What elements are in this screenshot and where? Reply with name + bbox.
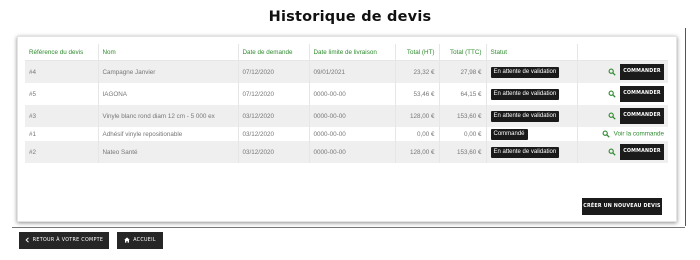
col-header-action xyxy=(577,44,668,61)
status-cell: En attente de validation xyxy=(486,141,578,163)
action-cell: COMMANDER xyxy=(577,60,668,83)
search-icon[interactable] xyxy=(602,130,610,138)
date-cell: 07/12/2020 xyxy=(238,60,310,83)
action-cell: Voir la commande xyxy=(577,127,668,141)
col-header-deadline: Date limite de livraison xyxy=(309,44,396,61)
date-cell: 03/12/2020 xyxy=(238,105,310,127)
ref-cell: #3 xyxy=(25,105,99,127)
ref-cell: #1 xyxy=(25,127,99,141)
col-header-ref: Référence du devis xyxy=(25,44,99,61)
table-header-row: Référence du devis Nom Date de demande D… xyxy=(25,44,668,61)
view-order-link[interactable]: Voir la commande xyxy=(614,131,664,138)
quotes-table: Référence du devis Nom Date de demande D… xyxy=(25,44,668,163)
status-badge: En attente de validation xyxy=(490,88,560,100)
table-row: #3 Vinyle blanc rond diam 12 cm - 5 000 … xyxy=(25,105,668,127)
total-ttc-cell: 64,15 € xyxy=(439,83,487,105)
total-ht-cell: 128,00 € xyxy=(395,141,440,163)
deadline-cell: 0000-00-00 xyxy=(309,83,396,105)
status-cell: En attente de validation xyxy=(486,60,578,83)
action-cell: COMMANDER xyxy=(577,105,668,127)
ref-cell: #5 xyxy=(25,83,99,105)
commander-button[interactable]: COMMANDER xyxy=(620,86,664,102)
col-header-date: Date de demande xyxy=(238,44,310,61)
frame-border-bottom xyxy=(12,227,685,228)
action-cell: COMMANDER xyxy=(577,83,668,105)
total-ht-cell: 53,46 € xyxy=(395,83,440,105)
create-quote-button[interactable]: CRÉER UN NOUVEAU DEVIS xyxy=(582,198,662,215)
commander-button[interactable]: COMMANDER xyxy=(620,64,664,80)
total-ht-cell: 128,00 € xyxy=(395,105,440,127)
col-header-total-ht: Total (HT) xyxy=(395,44,440,61)
name-cell: Campagne Janvier xyxy=(98,60,239,83)
name-cell: Nateo Santé xyxy=(98,141,239,163)
total-ttc-cell: 153,60 € xyxy=(439,141,487,163)
status-badge: En attente de validation xyxy=(490,110,560,122)
home-button-label: ACCUEIL xyxy=(133,238,156,243)
total-ttc-cell: 153,60 € xyxy=(439,105,487,127)
search-icon[interactable] xyxy=(608,90,616,98)
home-icon xyxy=(124,236,130,243)
table-row: #1 Adhésif vinyle repositionable 03/12/2… xyxy=(25,127,668,141)
ref-cell: #2 xyxy=(25,141,99,163)
name-cell: IAGONA xyxy=(98,83,239,105)
commander-button[interactable]: COMMANDER xyxy=(620,108,664,124)
back-to-account-button[interactable]: RETOUR À VOTRE COMPTE xyxy=(19,232,109,249)
status-cell: Commandé xyxy=(486,127,578,141)
date-cell: 03/12/2020 xyxy=(238,141,310,163)
deadline-cell: 0000-00-00 xyxy=(309,141,396,163)
total-ttc-cell: 0,00 € xyxy=(439,127,487,141)
chevron-left-icon xyxy=(25,236,29,243)
name-cell: Adhésif vinyle repositionable xyxy=(98,127,239,141)
table-row: #4 Campagne Janvier 07/12/2020 09/01/202… xyxy=(25,60,668,83)
deadline-cell: 0000-00-00 xyxy=(309,127,396,141)
table-row: #2 Nateo Santé 03/12/2020 0000-00-00 128… xyxy=(25,141,668,163)
deadline-cell: 09/01/2021 xyxy=(309,60,396,83)
total-ht-cell: 23,32 € xyxy=(395,60,440,83)
search-icon[interactable] xyxy=(608,148,616,156)
total-ttc-cell: 27,98 € xyxy=(439,60,487,83)
ref-cell: #4 xyxy=(25,60,99,83)
col-header-name: Nom xyxy=(98,44,239,61)
status-badge: En attente de validation xyxy=(490,146,560,158)
status-badge: Commandé xyxy=(490,128,528,140)
action-cell: COMMANDER xyxy=(577,141,668,163)
table-row: #5 IAGONA 07/12/2020 0000-00-00 53,46 € … xyxy=(25,83,668,105)
search-icon[interactable] xyxy=(608,68,616,76)
quotes-card: Référence du devis Nom Date de demande D… xyxy=(17,36,677,222)
frame-border-right xyxy=(685,28,686,226)
commander-button[interactable]: COMMANDER xyxy=(620,144,664,160)
page-title: Historique de devis xyxy=(268,9,432,25)
back-button-label: RETOUR À VOTRE COMPTE xyxy=(32,238,104,243)
col-header-total-ttc: Total (TTC) xyxy=(439,44,487,61)
name-cell: Vinyle blanc rond diam 12 cm - 5 000 ex xyxy=(98,105,239,127)
date-cell: 07/12/2020 xyxy=(238,83,310,105)
deadline-cell: 0000-00-00 xyxy=(309,105,396,127)
status-cell: En attente de validation xyxy=(486,83,578,105)
date-cell: 03/12/2020 xyxy=(238,127,310,141)
col-header-status: Statut xyxy=(486,44,578,61)
home-button[interactable]: ACCUEIL xyxy=(117,232,163,249)
status-cell: En attente de validation xyxy=(486,105,578,127)
status-badge: En attente de validation xyxy=(490,66,560,78)
search-icon[interactable] xyxy=(608,112,616,120)
total-ht-cell: 0,00 € xyxy=(395,127,440,141)
